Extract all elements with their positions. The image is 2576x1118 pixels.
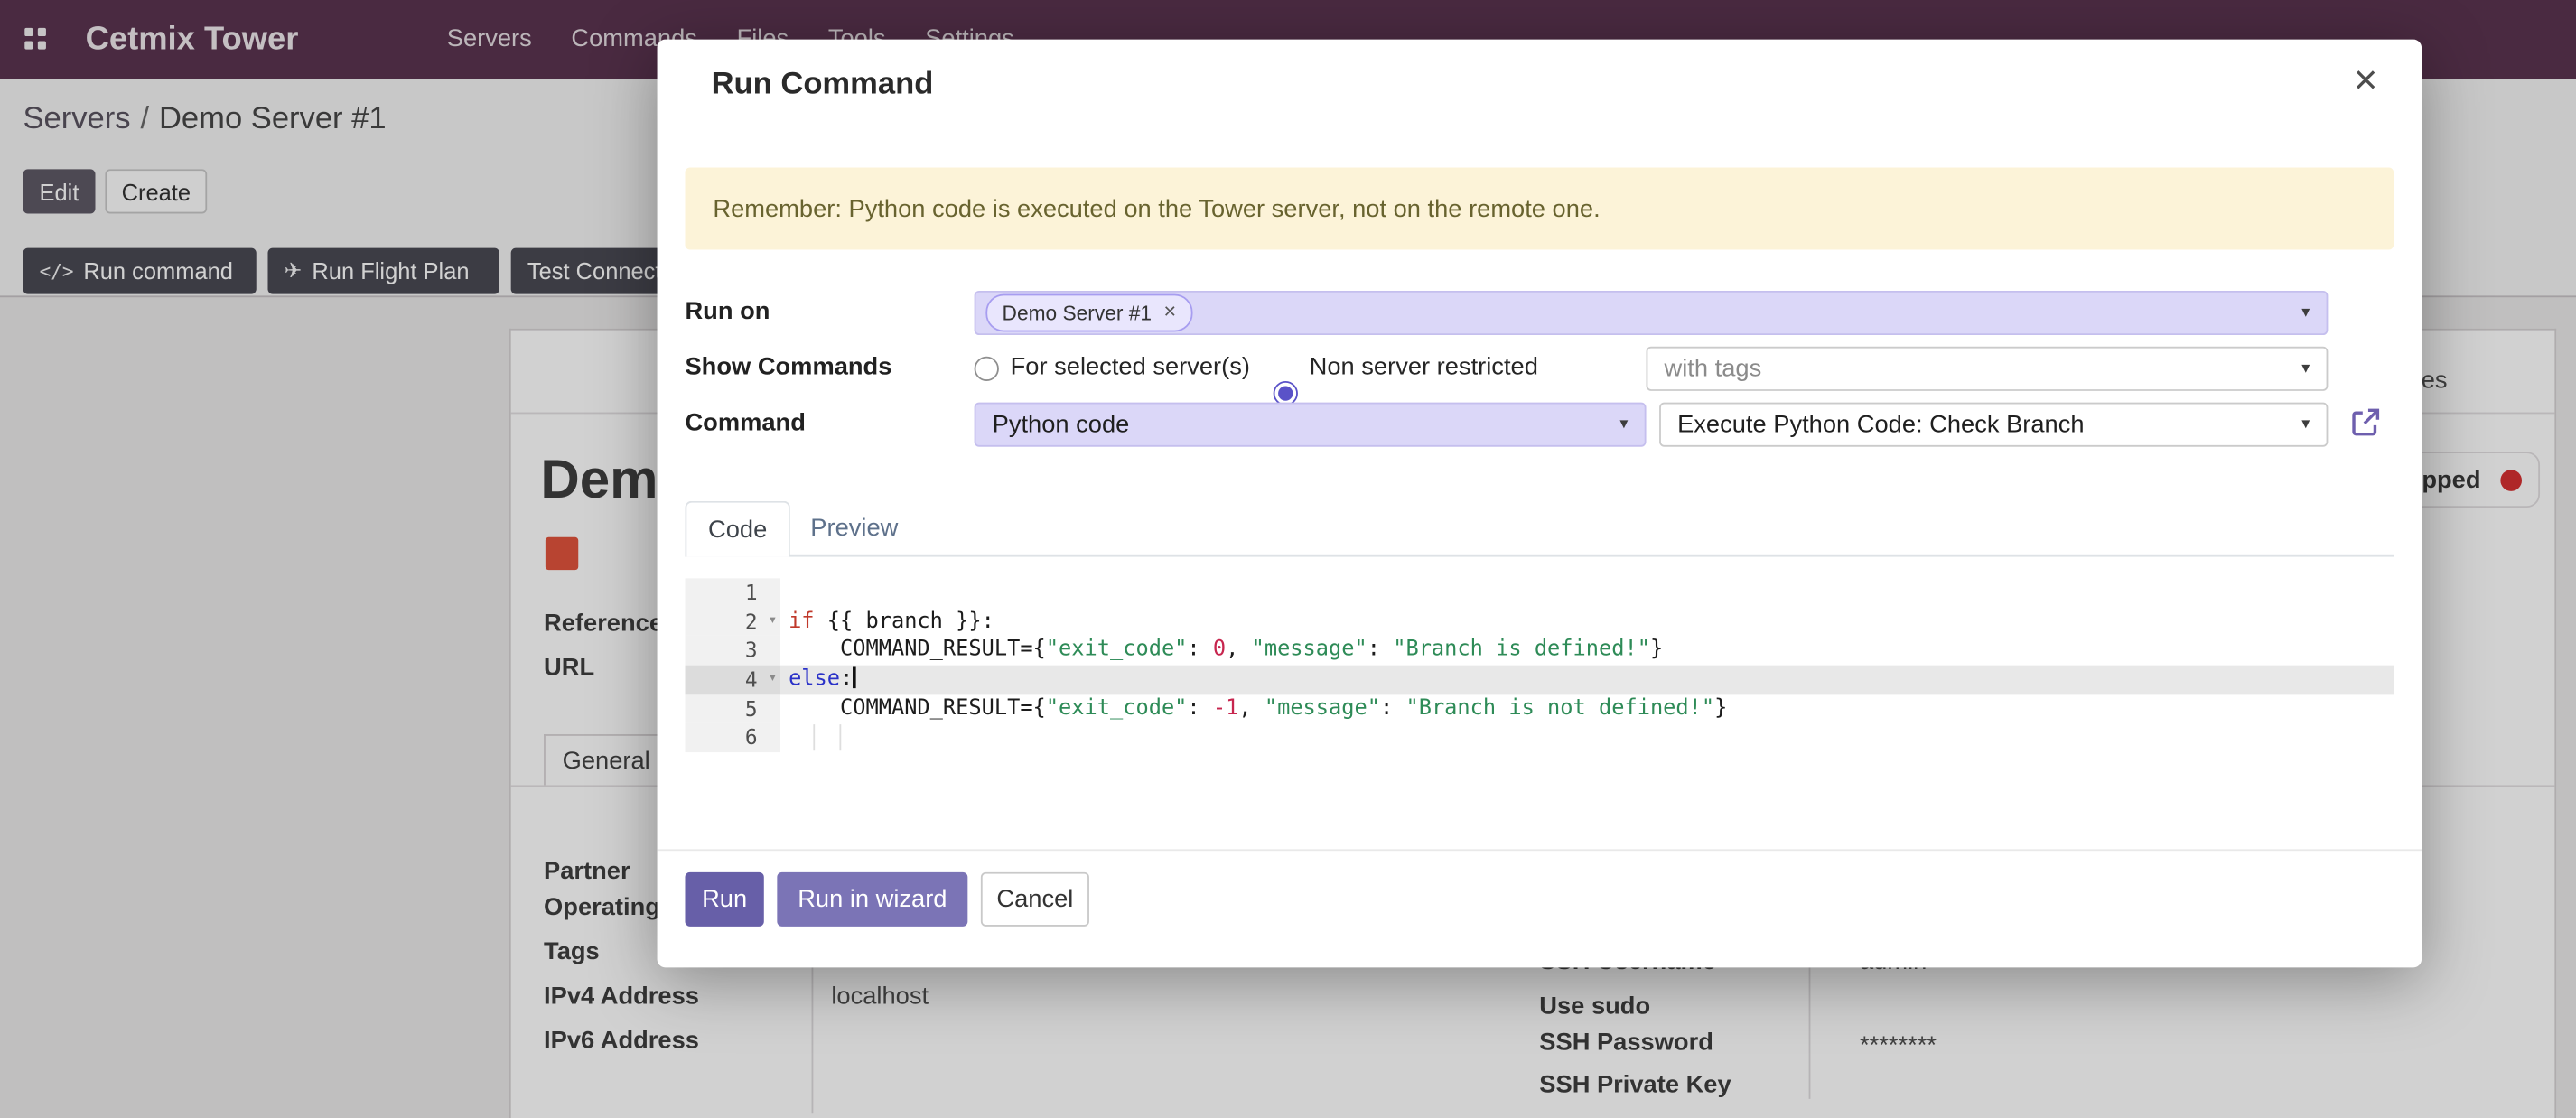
external-link-icon (2349, 405, 2382, 438)
command-value: Execute Python Code: Check Branch (1661, 411, 2085, 439)
fold-arrow-icon[interactable]: ▾ (768, 607, 777, 636)
server-tag-label: Demo Server #1 (1003, 302, 1153, 324)
run-in-wizard-button[interactable]: Run in wizard (777, 872, 967, 927)
fold-arrow-icon[interactable]: ▾ (768, 666, 777, 694)
with-tags-dropdown[interactable]: with tags ▾ (1647, 347, 2329, 391)
line-number: 3 (685, 637, 779, 666)
indent-guide (813, 725, 815, 751)
screen: Cetmix Tower ServersCommandsFilesToolsSe… (0, 0, 2576, 1118)
run-on-label: Run on (685, 297, 770, 325)
text-cursor (853, 667, 855, 689)
footer-divider (658, 849, 2422, 851)
radio-non-server-restricted-label[interactable]: Non server restricted (1310, 353, 1538, 381)
tab-code[interactable]: Code (685, 501, 789, 557)
command-label: Command (685, 409, 805, 437)
code-line-1[interactable]: 1 (685, 578, 2394, 607)
cancel-button[interactable]: Cancel (981, 872, 1089, 927)
alert-text: Remember: Python code is executed on the… (713, 195, 1600, 223)
open-command-button[interactable] (2349, 405, 2382, 438)
chevron-down-icon[interactable]: ▾ (2301, 415, 2326, 433)
indent-guide (839, 725, 841, 751)
line-number: 4▾ (685, 666, 779, 694)
python-warning-alert: Remember: Python code is executed on the… (685, 168, 2394, 250)
code-editor[interactable]: 12▾if {{ branch }}:3 COMMAND_RESULT={"ex… (685, 578, 2394, 759)
stage: Cetmix Tower ServersCommandsFilesToolsSe… (0, 0, 2576, 1118)
command-type-select[interactable]: Python code ▾ (975, 403, 1647, 447)
line-number: 5 (685, 694, 779, 723)
command-select[interactable]: Execute Python Code: Check Branch ▾ (1659, 403, 2328, 447)
run-command-modal: Run Command × Remember: Python code is e… (658, 40, 2422, 968)
code-editor-lines: 12▾if {{ branch }}:3 COMMAND_RESULT={"ex… (685, 578, 2394, 752)
with-tags-placeholder: with tags (1647, 355, 1761, 383)
line-number: 6 (685, 723, 779, 752)
line-number: 1 (685, 578, 779, 607)
code-line-4[interactable]: 4▾else: (685, 666, 2394, 694)
run-button[interactable]: Run (685, 872, 763, 927)
code-line-6[interactable]: 6 (685, 723, 2394, 752)
command-type-value: Python code (975, 411, 1129, 439)
radio-for-selected-servers[interactable] (975, 357, 999, 381)
tag-remove-icon[interactable]: ✕ (1163, 303, 1177, 321)
code-line-2[interactable]: 2▾if {{ branch }}: (685, 607, 2394, 636)
radio-for-selected-servers-label[interactable]: For selected server(s) (1011, 353, 1250, 381)
chevron-down-icon[interactable]: ▾ (2301, 303, 2326, 321)
show-commands-label: Show Commands (685, 353, 891, 381)
code-line-5[interactable]: 5 COMMAND_RESULT={"exit_code": -1, "mess… (685, 694, 2394, 723)
close-icon[interactable]: × (2341, 56, 2391, 106)
chevron-down-icon[interactable]: ▾ (2301, 359, 2326, 377)
modal-title: Run Command (712, 61, 934, 110)
line-number: 2▾ (685, 607, 779, 636)
tabs-divider (685, 555, 2394, 557)
server-tag-chip: Demo Server #1 ✕ (985, 294, 1193, 332)
tab-preview[interactable]: Preview (790, 501, 919, 555)
code-line-3[interactable]: 3 COMMAND_RESULT={"exit_code": 0, "messa… (685, 637, 2394, 666)
chevron-down-icon[interactable]: ▾ (1619, 415, 1644, 433)
run-on-field[interactable]: Demo Server #1 ✕ ▾ (975, 291, 2329, 335)
